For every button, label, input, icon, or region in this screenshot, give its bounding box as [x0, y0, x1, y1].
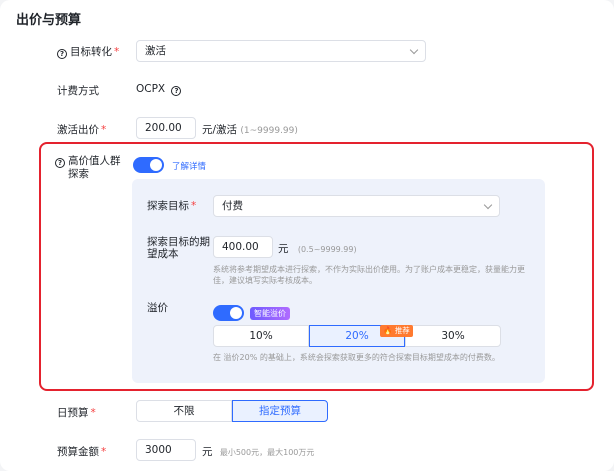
premium-desc: 在 溢价20% 的基础上，系统会探索获取更多的符合探索目标期望成本的付费数。	[213, 353, 500, 362]
toggle-knob	[230, 307, 242, 319]
help-icon[interactable]: ?	[57, 49, 67, 59]
budget-amount-label: 预算金额 *	[57, 446, 107, 458]
daily-budget-specified[interactable]: 指定预算	[232, 400, 328, 422]
budget-amount-unit: 元 最小500元，最大100万元	[202, 446, 315, 458]
expected-cost-unit: 元 (0.5~9999.99)	[278, 243, 357, 255]
section-title: 出价与预算	[16, 13, 82, 28]
premium-option-10[interactable]: 10%	[213, 325, 309, 347]
premium-option-30[interactable]: 30%	[405, 325, 501, 347]
chevron-down-icon	[483, 200, 493, 210]
expected-cost-input[interactable]: 400.00	[213, 236, 273, 258]
daily-budget-label: 日预算 *	[57, 407, 96, 419]
premium-label: 溢价	[147, 302, 168, 314]
expected-cost-desc: 系统将参考期望成本进行探索，不作为实际出价使用。为了账户成本更稳定，获量能力更 …	[213, 265, 525, 285]
high-value-toggle[interactable]	[133, 157, 164, 173]
high-value-label: ? 高价值人群 探索	[55, 155, 121, 181]
help-icon[interactable]: ?	[171, 86, 182, 96]
smart-premium-badge: 智能溢价	[250, 307, 290, 320]
target-conversion-select[interactable]: 激活	[136, 40, 426, 62]
daily-budget-unlimited[interactable]: 不限	[136, 400, 232, 422]
explore-target-value: 付费	[222, 200, 243, 212]
explore-target-select[interactable]: 付费	[213, 195, 500, 217]
billing-value: OCPX ?	[136, 83, 184, 96]
activation-bid-input[interactable]: 200.00	[136, 117, 196, 139]
target-conversion-label: ? 目标转化 *	[57, 44, 119, 59]
chevron-down-icon	[409, 45, 419, 55]
help-icon[interactable]: ?	[55, 158, 65, 168]
explore-target-label: 探索目标 *	[147, 200, 197, 212]
budget-amount-input[interactable]: 3000	[136, 439, 196, 461]
expected-cost-label: 探索目标的期 望成本	[147, 236, 210, 260]
target-conversion-value: 激活	[145, 45, 166, 57]
toggle-knob	[150, 159, 162, 171]
recommend-tag: 🔥 推荐	[380, 325, 413, 337]
billing-label: 计费方式	[57, 85, 99, 97]
activation-bid-unit: 元/激活 (1~9999.99)	[202, 124, 298, 136]
bid-budget-panel: 出价与预算 ? 目标转化 * 激活 计费方式 OCPX ? 激活出价 * 200.00…	[0, 0, 614, 471]
activation-bid-label: 激活出价 *	[57, 124, 107, 136]
learn-more-link[interactable]: 了解详情	[172, 160, 206, 172]
premium-toggle[interactable]	[213, 305, 244, 321]
